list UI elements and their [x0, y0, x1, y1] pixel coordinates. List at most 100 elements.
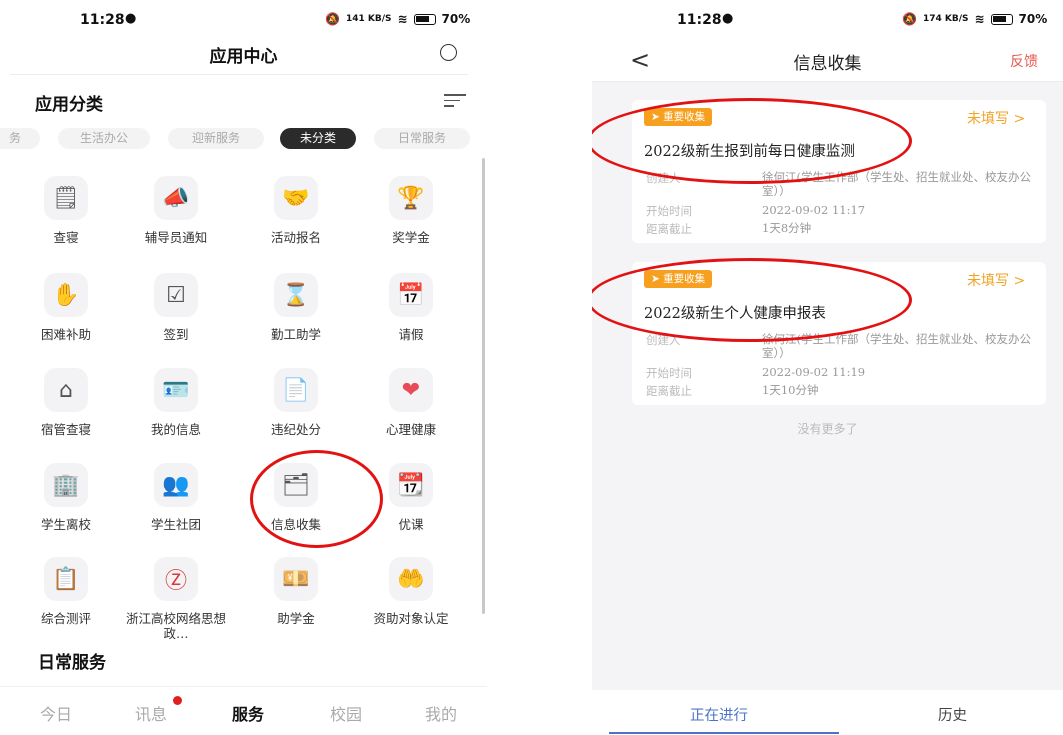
tab-messages[interactable]: 讯息 [135, 701, 167, 725]
app-building[interactable]: 🏢 学生离校 [11, 463, 121, 532]
app-zz-logo[interactable]: Ⓩ 浙江高校网络思想政… [121, 557, 231, 641]
info-collect-icon: 🗂 [274, 463, 318, 507]
id-card-icon: 🪪 [154, 368, 198, 412]
chip-welcome-service[interactable]: 迎新服务 [168, 128, 264, 149]
building-icon: 🏢 [44, 463, 88, 507]
battery-icon [413, 13, 436, 25]
creator-label: 创建人 [646, 333, 681, 347]
app-clipboard-check[interactable]: 🗒 查寝 [11, 176, 121, 245]
app-vooc-calendar[interactable]: 📆 优课 [356, 463, 466, 532]
deadline-value: 1天10分钟 [762, 383, 819, 397]
creator-value: 徐何江(学生工作部（学生处、招生就业处、校友办公室）） [762, 332, 1031, 360]
app-hands-heart[interactable]: 🤲 资助对象认定 [356, 557, 466, 626]
category-chips: 务 生活办公 迎新服务 未分类 日常服务 [0, 128, 487, 150]
battery-level: 70% [441, 12, 471, 26]
scrollbar[interactable] [482, 158, 485, 614]
app-trophy[interactable]: 🏆 奖学金 [356, 176, 466, 245]
hand-coin-icon: ✋ [44, 273, 88, 317]
search-icon[interactable] [440, 44, 457, 61]
fill-status[interactable]: 未填写 > [967, 108, 1025, 128]
tab-today[interactable]: 今日 [40, 701, 72, 725]
collection-card[interactable]: ➤ 重要收集 未填写 > 2022级新生报到前每日健康监测 创建人 徐何江(学生… [632, 100, 1046, 243]
app-checkin[interactable]: ☑ 签到 [121, 273, 231, 342]
no-more-text: 没有更多了 [797, 422, 858, 436]
app-group[interactable]: 👥 学生社团 [121, 463, 231, 532]
important-tag: ➤ 重要收集 [644, 270, 713, 288]
wifi-icon: ≋ [397, 12, 408, 26]
wechat-icon: ● [722, 11, 734, 26]
fill-status[interactable]: 未填写 > [967, 270, 1025, 290]
important-tag: ➤ 重要收集 [644, 108, 713, 126]
app-handshake[interactable]: 🤝 活动报名 [241, 176, 351, 245]
chip-partial[interactable]: 务 [0, 128, 40, 149]
nav-header: < 信息收集 反馈 [592, 40, 1063, 82]
app-label: 奖学金 [392, 230, 430, 245]
app-label: 助学金 [277, 611, 315, 626]
network-speed: 141 KB/S [345, 14, 392, 24]
card-title: 2022级新生个人健康申报表 [644, 306, 826, 322]
calendar-clock-icon: 📅 [389, 273, 433, 317]
tab-services[interactable]: 服务 [232, 701, 264, 725]
tab-history[interactable]: 历史 [938, 704, 967, 725]
page-title: 信息收集 [793, 54, 862, 74]
app-label: 困难补助 [40, 327, 91, 342]
collection-card[interactable]: ➤ 重要收集 未填写 > 2022级新生个人健康申报表 创建人 徐何江(学生工作… [632, 262, 1046, 405]
app-calendar-clock[interactable]: 📅 请假 [356, 273, 466, 342]
tab-campus[interactable]: 校园 [330, 701, 362, 725]
feedback-link[interactable]: 反馈 [1010, 51, 1038, 71]
megaphone-icon: 📣 [154, 176, 198, 220]
status-time: 11:28 [80, 12, 125, 28]
wifi-icon: ≋ [974, 12, 985, 26]
app-document-red[interactable]: 📄 违纪处分 [241, 368, 351, 437]
app-hourglass[interactable]: ⌛ 勤工助学 [241, 273, 351, 342]
checkin-icon: ☑ [154, 273, 198, 317]
app-label: 信息收集 [270, 517, 321, 532]
status-time: 11:28 [677, 12, 722, 28]
tab-in-progress[interactable]: 正在进行 [690, 704, 748, 725]
app-center-screen: 11:28 ● 🔕 141 KB/S ≋ 70% 应用中心 应用分类 务 生活办… [0, 0, 487, 735]
app-label: 宿管查寝 [40, 422, 91, 437]
chip-daily-service[interactable]: 日常服务 [374, 128, 470, 149]
zz-logo-icon: Ⓩ [154, 557, 198, 601]
document-red-icon: 📄 [274, 368, 318, 412]
app-info-collect[interactable]: 🗂 信息收集 [241, 463, 351, 532]
start-value: 2022-09-02 11:19 [762, 365, 866, 379]
app-megaphone[interactable]: 📣 辅导员通知 [121, 176, 231, 245]
info-collection-screen: 11:28 ● 🔕 174 KB/S ≋ 70% < 信息收集 反馈 ➤ 重要收… [592, 0, 1063, 735]
home-heart-icon: ⌂ [44, 368, 88, 412]
card-title: 2022级新生报到前每日健康监测 [644, 144, 855, 160]
app-label: 我的信息 [150, 422, 201, 437]
deadline-label: 距离截止 [646, 384, 692, 398]
app-label: 资助对象认定 [373, 611, 449, 626]
bottom-tab-bar: 今日 讯息 服务 校园 我的 [0, 686, 487, 735]
app-label: 辅导员通知 [144, 230, 208, 245]
app-label: 查寝 [53, 230, 79, 245]
wechat-icon: ● [125, 11, 137, 26]
app-label: 勤工助学 [270, 327, 321, 342]
tab-mine[interactable]: 我的 [425, 701, 457, 725]
app-label: 活动报名 [270, 230, 321, 245]
app-label: 心理健康 [385, 422, 436, 437]
chip-life-office[interactable]: 生活办公 [58, 128, 150, 149]
app-label: 学生离校 [40, 517, 91, 532]
app-resume[interactable]: 📋 综合测评 [11, 557, 121, 626]
app-id-card[interactable]: 🪪 我的信息 [121, 368, 231, 437]
app-home-heart[interactable]: ⌂ 宿管查寝 [11, 368, 121, 437]
network-speed: 174 KB/S [922, 14, 969, 24]
start-label: 开始时间 [646, 204, 692, 218]
clipboard-check-icon: 🗒 [44, 176, 88, 220]
active-tab-indicator [609, 732, 839, 734]
chip-uncategorized[interactable]: 未分类 [280, 128, 356, 149]
vooc-calendar-icon: 📆 [389, 463, 433, 507]
group-icon: 👥 [154, 463, 198, 507]
mute-icon: 🔕 [902, 12, 917, 26]
app-hand-coin[interactable]: ✋ 困难补助 [11, 273, 121, 342]
deadline-value: 1天8分钟 [762, 221, 812, 235]
app-heart[interactable]: ❤ 心理健康 [356, 368, 466, 437]
page-title: 应用中心 [209, 47, 278, 67]
app-label: 请假 [398, 327, 424, 342]
filter-menu-icon[interactable] [444, 94, 466, 111]
app-label: 优课 [398, 517, 424, 532]
mute-icon: 🔕 [325, 12, 340, 26]
app-money[interactable]: 💴 助学金 [241, 557, 351, 626]
